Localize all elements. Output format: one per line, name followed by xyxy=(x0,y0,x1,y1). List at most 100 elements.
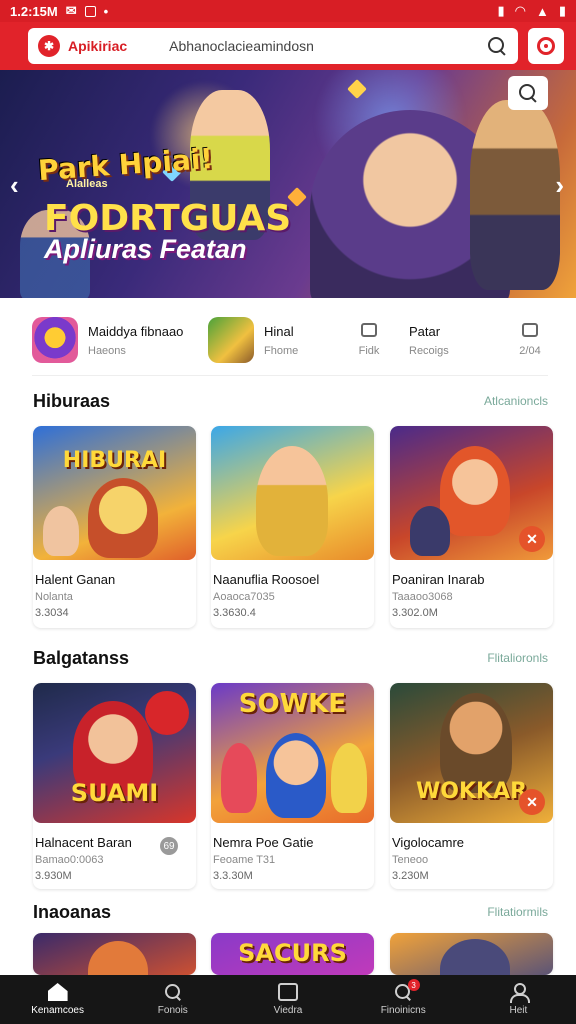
search-icon[interactable] xyxy=(486,35,508,57)
game-card-art: WOKKAR ✕ xyxy=(390,683,553,823)
game-category: Nolanta xyxy=(35,591,73,603)
game-card-art: HIBURAI xyxy=(33,426,196,560)
game-card-art xyxy=(390,933,553,975)
game-size: 3.302.0M xyxy=(392,607,438,619)
game-app-icon xyxy=(32,317,78,363)
game-category: Feoame T31 xyxy=(213,854,276,866)
signal-bars-icon: ▲ xyxy=(535,3,549,19)
quick-link-item[interactable]: Patar Recoigs xyxy=(392,324,510,357)
card-character xyxy=(410,506,450,556)
card-character xyxy=(88,941,148,975)
banner-prev-arrow[interactable]: ‹ xyxy=(10,170,19,201)
game-category: Aoaoca7035 xyxy=(213,591,275,603)
section-see-all-link[interactable]: Flitatiormils xyxy=(487,905,548,919)
featured-banner[interactable]: Park Hpiai! Alalleas FODRTGUAS Apliuras … xyxy=(0,70,576,298)
app-logo-text: Apikiriac xyxy=(68,38,128,54)
card-character xyxy=(256,446,328,556)
game-size: 3.930M xyxy=(35,870,72,882)
profile-button[interactable] xyxy=(528,28,564,64)
quick-links: Maiddya fibnaao Haeons Hinal Fhome Fidk … xyxy=(32,312,552,368)
card-character xyxy=(440,939,510,975)
game-size: 3.3034 xyxy=(35,607,69,619)
card-character xyxy=(440,693,512,793)
search-input[interactable]: Abhanoclacieamindosn xyxy=(169,38,478,54)
box-icon xyxy=(361,323,377,337)
quick-link-item[interactable]: 2/04 xyxy=(510,323,550,357)
banner-character xyxy=(470,100,560,290)
badge-decoration xyxy=(145,691,189,735)
rating-pill: 69 xyxy=(160,837,178,855)
game-card-art xyxy=(33,933,196,975)
nav-home[interactable]: Kenamcoes xyxy=(0,975,115,1024)
status-time: 1.2:15M xyxy=(10,3,58,19)
quick-link-item[interactable]: Maiddya fibnaao Haeons xyxy=(32,317,208,363)
app-bar: ✱ Apikiriac Abhanoclacieamindosn xyxy=(0,22,576,70)
section-title: Balgatanss xyxy=(33,648,130,668)
banner-search-button[interactable] xyxy=(508,76,548,110)
quick-link-name: Maiddya fibnaao xyxy=(88,323,184,339)
nav-library[interactable]: Viedra xyxy=(230,975,345,1024)
search-bar[interactable]: ✱ Apikiriac Abhanoclacieamindosn xyxy=(28,28,518,64)
card-art-title: SACURS xyxy=(238,939,347,967)
game-card[interactable]: SUAMI Halnacent Baran 69 Bamao0:0063 3.9… xyxy=(33,683,196,889)
game-name: Halent Ganan xyxy=(35,572,116,587)
status-bar: 1.2:15M ✉ • ▮ ◠ ▲ ▮ xyxy=(0,0,576,22)
card-character xyxy=(43,506,79,556)
game-app-icon xyxy=(208,317,254,363)
game-card[interactable]: HIBURAI Halent Ganan Nolanta 3.3034 xyxy=(33,426,196,628)
game-card[interactable] xyxy=(390,933,553,975)
banner-next-arrow[interactable]: › xyxy=(555,170,564,201)
quick-link-name: Patar xyxy=(409,323,441,339)
person-icon xyxy=(508,983,531,1003)
game-size: 3.230M xyxy=(392,870,429,882)
wifi-icon: ◠ xyxy=(514,3,526,18)
card-art-title: SOWKE xyxy=(238,689,347,719)
close-icon[interactable]: ✕ xyxy=(519,789,545,815)
search-icon xyxy=(163,983,183,1001)
game-card-art xyxy=(211,426,374,560)
app-emblem-icon xyxy=(537,37,555,55)
game-card-art: SACURS xyxy=(211,933,374,975)
card-art-title: HIBURAI xyxy=(62,448,167,473)
nav-search[interactable]: Fonois xyxy=(115,975,230,1024)
game-card-art: SUAMI xyxy=(33,683,196,823)
nav-label: Finoinicns xyxy=(380,1005,426,1016)
game-card[interactable]: Naanuflia Roosoel Aoaoca7035 3.3630.4 xyxy=(211,426,374,628)
card-character xyxy=(88,478,158,558)
close-icon[interactable]: ✕ xyxy=(519,526,545,552)
quick-link-sub: 2/04 xyxy=(519,345,541,357)
game-card-art: SOWKE xyxy=(211,683,374,823)
quick-link-sub: Fidk xyxy=(358,345,380,357)
quick-link-item[interactable]: Hinal Fhome xyxy=(208,317,346,363)
nav-profile[interactable]: Heit xyxy=(461,975,576,1024)
game-card[interactable]: SACURS xyxy=(211,933,374,975)
section-see-all-link[interactable]: Atlcanioncls xyxy=(484,394,548,408)
divider xyxy=(32,375,548,376)
card-character xyxy=(440,446,510,536)
home-icon xyxy=(47,983,68,1001)
section-see-all-link[interactable]: Flitalioronls xyxy=(487,651,548,665)
game-category: Taaaoo3068 xyxy=(392,591,453,603)
card-character xyxy=(266,733,326,818)
nav-label: Kenamcoes xyxy=(31,1005,84,1016)
signal-icon: ▮ xyxy=(497,3,505,18)
game-card[interactable]: SOWKE Nemra Poe Gatie Feoame T31 3.3.30M xyxy=(211,683,374,889)
game-size: 3.3.30M xyxy=(213,870,253,882)
game-name: Nemra Poe Gatie xyxy=(213,835,314,850)
notification-count-badge: 3 xyxy=(407,979,420,991)
nav-label: Heit xyxy=(509,1005,528,1016)
game-name: Poaniran Inarab xyxy=(392,572,485,587)
battery-icon: ▮ xyxy=(558,3,566,18)
game-card[interactable]: WOKKAR ✕ Vigolocamre Teneoo 3.230M xyxy=(390,683,553,889)
game-card[interactable]: ✕ Poaniran Inarab Taaaoo3068 3.302.0M xyxy=(390,426,553,628)
nav-label: Viedra xyxy=(273,1005,303,1016)
notification-icon xyxy=(84,5,96,17)
banner-headline: FODRTGUAS xyxy=(44,198,292,239)
game-card[interactable] xyxy=(33,933,196,975)
quick-link-item[interactable]: Fidk xyxy=(346,323,392,357)
nav-notifications[interactable]: 3 Finoinicns xyxy=(346,975,461,1024)
section-title: Inaoanas xyxy=(33,902,112,922)
banner-game-logo-sub: Alalleas xyxy=(66,178,108,190)
game-name: Naanuflia Roosoel xyxy=(213,572,320,587)
card-art-title: SUAMI xyxy=(70,779,159,807)
